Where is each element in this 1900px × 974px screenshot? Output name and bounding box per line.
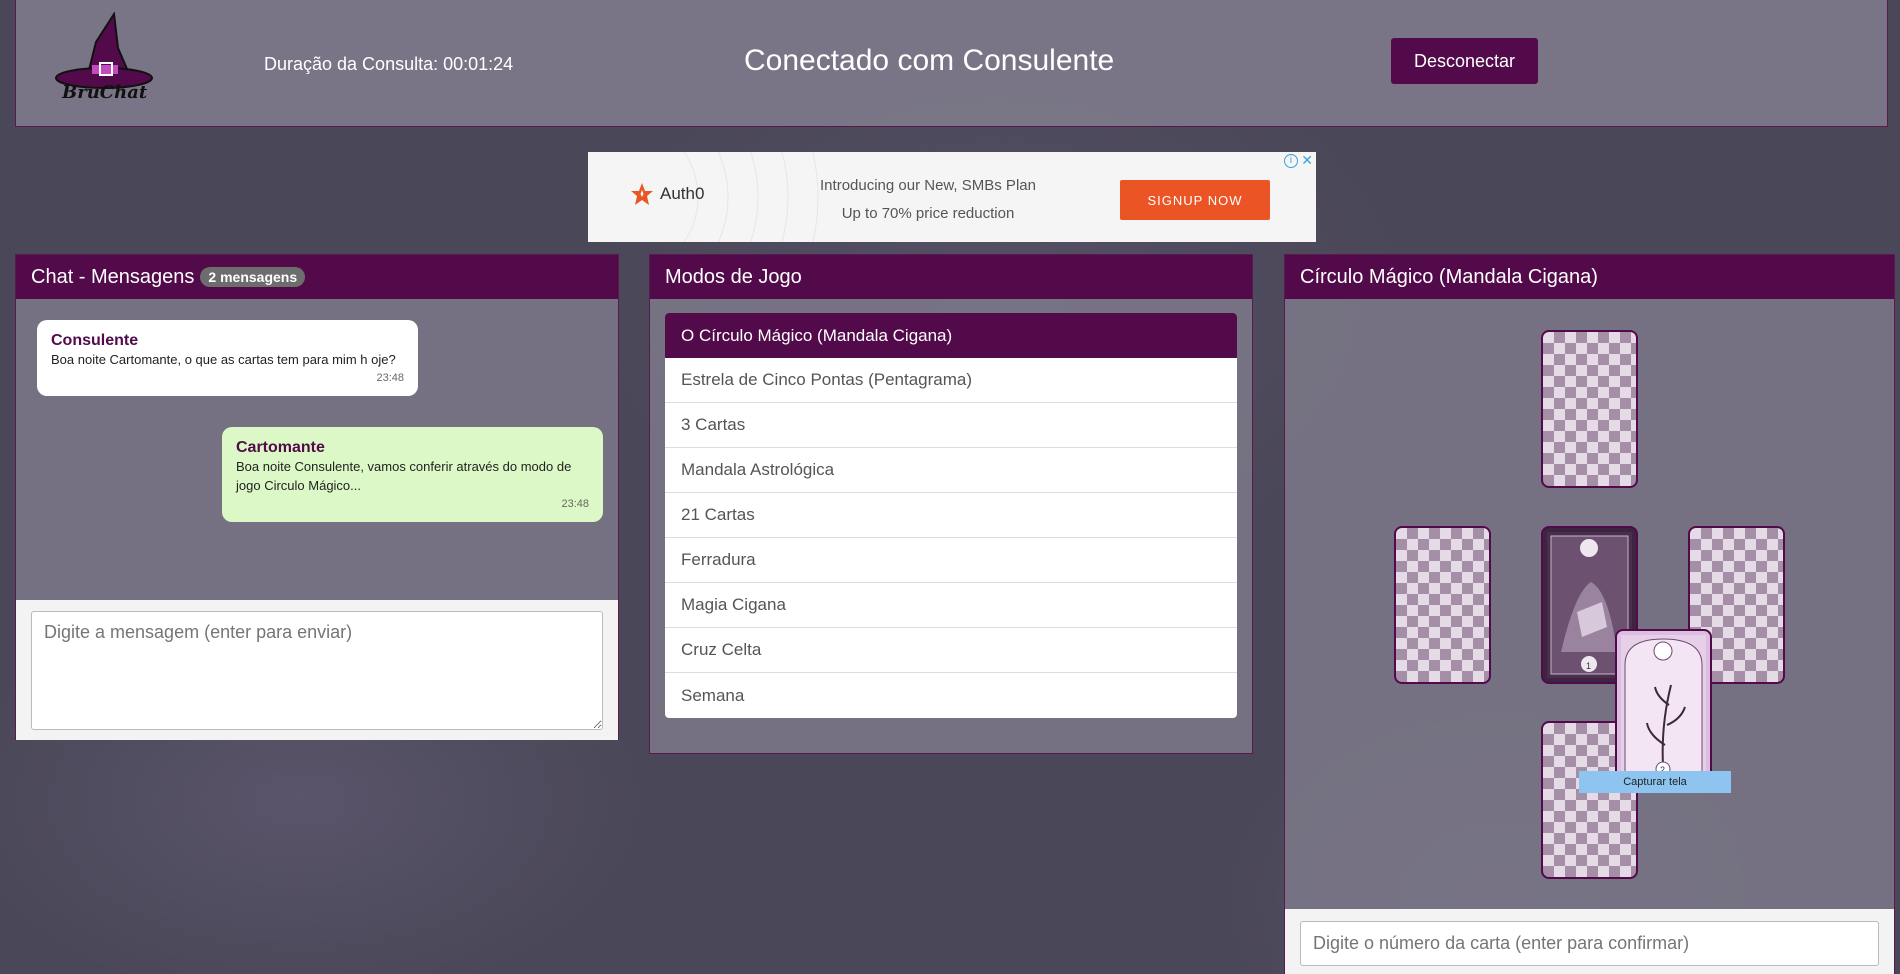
card-board: 1 2 Capturar tela [1285,299,1894,909]
ad-brand: Auth0 [660,184,705,203]
card-dragging[interactable]: 2 [1615,629,1712,787]
board-panel-header: Círculo Mágico (Mandala Cigana) [1285,255,1894,299]
card-2-illustration [1621,635,1706,781]
chat-panel: Chat - Mensagens 2 mensagens Consulente … [15,254,619,740]
ad-close-icon[interactable]: ✕ [1301,152,1313,169]
auth0-logo: Auth0 [630,182,704,206]
ad-copy: Introducing our New, SMBs Plan Up to 70%… [788,172,1068,228]
game-mode-list: O Círculo Mágico (Mandala Cigana) Estrel… [665,313,1237,718]
connection-title: Conectado com Consulente [744,44,1115,77]
message-text: Boa noite Cartomante, o que as cartas te… [51,352,396,367]
mode-item-mandala-astrologica[interactable]: Mandala Astrológica [665,448,1237,493]
modes-panel-header: Modos de Jogo [650,255,1252,299]
message-input[interactable] [31,611,603,730]
message-time: 23:48 [376,372,404,384]
message-author: Cartomante [236,439,325,456]
chat-panel-title: Chat - Mensagens [31,265,195,288]
ad-banner[interactable]: Auth0 Introducing our New, SMBs Plan Up … [588,152,1316,242]
header-bar: BruChat Duração da Consulta: 00:01:24 Co… [15,0,1888,127]
chat-messages[interactable]: Consulente Boa noite Cartomante, o que a… [16,299,618,600]
card-slot-top[interactable] [1541,330,1638,488]
consultation-duration: Duração da Consulta: 00:01:24 [264,54,514,74]
message-bubble-sent: Cartomante Boa noite Consulente, vamos c… [222,427,603,522]
card-input-area [1285,909,1894,974]
card-1-number: 1 [1586,661,1592,671]
logo-text: BruChat [62,82,148,103]
mode-item-21-cartas[interactable]: 21 Cartas [665,493,1237,538]
mode-item-3-cartas[interactable]: 3 Cartas [665,403,1237,448]
chat-input-area [16,600,618,740]
chat-panel-header: Chat - Mensagens 2 mensagens [16,255,618,299]
mode-item-ferradura[interactable]: Ferradura [665,538,1237,583]
message-bubble-received: Consulente Boa noite Cartomante, o que a… [37,320,418,396]
message-count-badge: 2 mensagens [200,267,306,287]
disconnect-button[interactable]: Desconectar [1391,38,1538,84]
card-number-input[interactable] [1300,921,1879,966]
mode-item-magia-cigana[interactable]: Magia Cigana [665,583,1237,628]
capture-screen-tooltip[interactable]: Capturar tela [1579,771,1731,793]
bruchat-logo: BruChat [44,11,164,112]
message-author: Consulente [51,332,139,349]
mode-item-semana[interactable]: Semana [665,673,1237,718]
ad-signup-button[interactable]: SIGNUP NOW [1120,180,1270,220]
ad-line-2: Up to 70% price reduction [841,205,1015,222]
spread-board-panel: Círculo Mágico (Mandala Cigana) 1 2 Capt… [1284,254,1895,974]
mode-item-cruz-celta[interactable]: Cruz Celta [665,628,1237,673]
mode-item-pentagrama[interactable]: Estrela de Cinco Pontas (Pentagrama) [665,358,1237,403]
ad-info-icon[interactable]: i [1284,154,1298,168]
modes-panel-title: Modos de Jogo [665,265,802,288]
ad-line-1: Introducing our New, SMBs Plan [820,177,1036,194]
message-time: 23:48 [561,498,589,510]
mode-item-circulo-magico[interactable]: O Círculo Mágico (Mandala Cigana) [665,313,1237,358]
auth0-star-icon [631,183,653,205]
card-slot-left[interactable] [1394,526,1491,684]
message-text: Boa noite Consulente, vamos conferir atr… [236,459,572,493]
game-modes-panel: Modos de Jogo O Círculo Mágico (Mandala … [649,254,1253,754]
board-panel-title: Círculo Mágico (Mandala Cigana) [1300,265,1598,288]
